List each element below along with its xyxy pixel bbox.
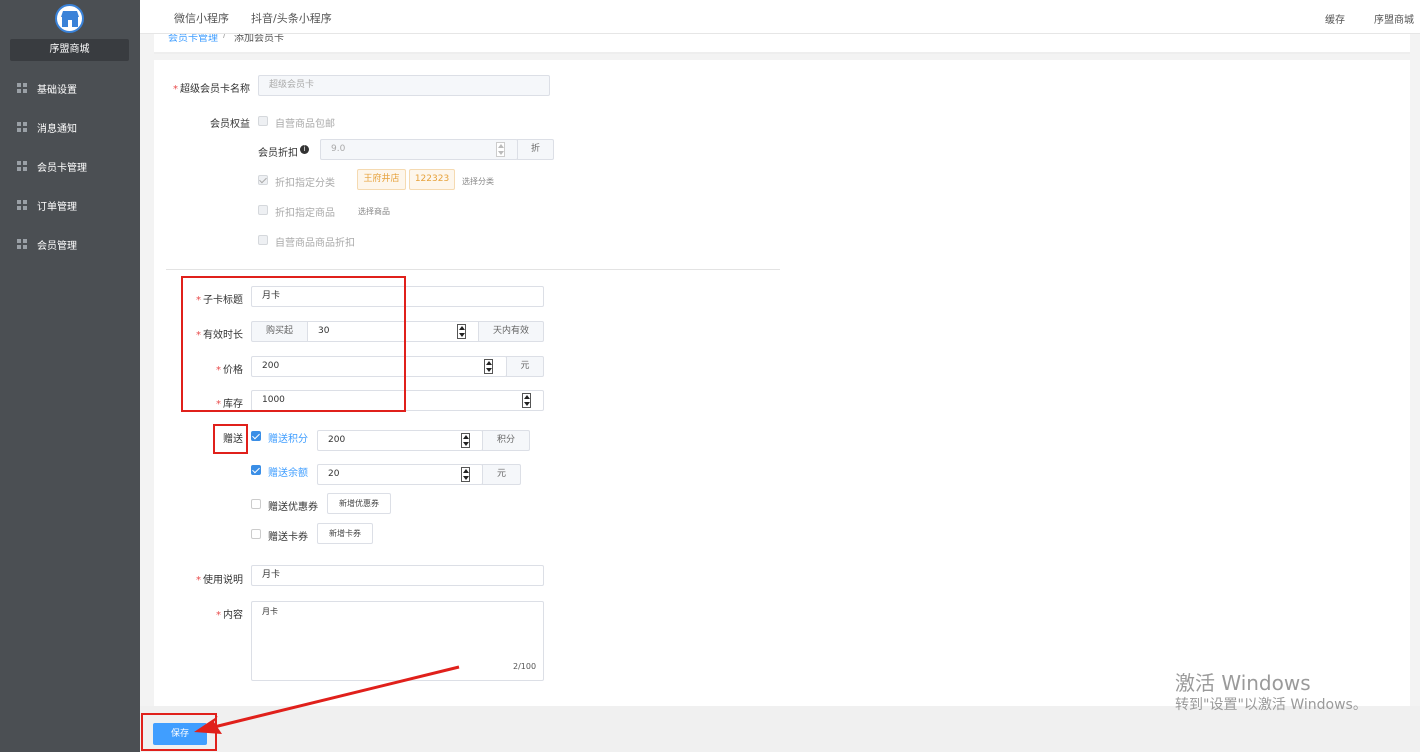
- section-divider: [166, 269, 780, 270]
- breadcrumb-parent[interactable]: 会员卡管理: [168, 34, 218, 44]
- choose-goods-link[interactable]: 选择商品: [358, 206, 390, 217]
- tab-douyin-miniprogram[interactable]: 抖音/头条小程序: [251, 10, 332, 26]
- gift-balance-stepper-icon[interactable]: [461, 467, 470, 482]
- gift-card-label: 赠送卡券: [268, 532, 308, 543]
- gift-balance-unit: 元: [482, 464, 521, 485]
- usage-input[interactable]: 月卡: [251, 565, 544, 586]
- duration-stepper-icon[interactable]: [457, 324, 466, 339]
- card-name-input[interactable]: 超级会员卡: [258, 75, 550, 96]
- category-tag[interactable]: 王府井店: [357, 169, 406, 190]
- by-category-checkbox[interactable]: [258, 175, 268, 185]
- windows-watermark-title: 激活 Windows: [1175, 671, 1311, 695]
- cache-link[interactable]: 缓存: [1325, 11, 1345, 26]
- gift-points-input[interactable]: 200: [317, 430, 483, 451]
- benefits-label: 会员权益: [210, 119, 250, 130]
- by-goods-label: 折扣指定商品: [275, 208, 335, 219]
- store-logo-icon[interactable]: [55, 4, 84, 33]
- discount-label: 会员折扣: [258, 148, 298, 159]
- gift-points-checkbox[interactable]: [251, 431, 261, 441]
- gift-points-label: 赠送积分: [268, 434, 308, 445]
- choose-category-link[interactable]: 选择分类: [462, 176, 494, 187]
- tab-wechat-miniprogram[interactable]: 微信小程序: [174, 10, 229, 26]
- category-tag[interactable]: 122323: [409, 169, 455, 190]
- sidebar-item-label: 会员卡管理: [37, 162, 87, 174]
- sidebar-item-members[interactable]: 会员管理: [0, 229, 140, 259]
- by-goods-checkbox[interactable]: [258, 205, 268, 215]
- price-unit: 元: [506, 356, 544, 377]
- annotation-box-card-fields: [181, 276, 406, 412]
- grid-icon: [17, 200, 27, 210]
- sidebar-item-label: 基础设置: [37, 84, 77, 96]
- by-category-label: 折扣指定分类: [275, 178, 335, 189]
- info-icon: i: [300, 145, 309, 154]
- free-shipping-label: 自营商品包邮: [275, 119, 335, 130]
- sidebar-item-notifications[interactable]: 消息通知: [0, 112, 140, 142]
- gift-balance-input[interactable]: 20: [317, 464, 483, 485]
- free-shipping-checkbox[interactable]: [258, 116, 268, 126]
- top-bar: 微信小程序 抖音/头条小程序 缓存 序盟商城: [140, 0, 1420, 34]
- content-label: * 内容: [216, 610, 243, 621]
- store-name: 序盟商城: [10, 39, 129, 61]
- duration-suffix: 天内有效: [478, 321, 544, 342]
- gift-card-checkbox[interactable]: [251, 529, 261, 539]
- grid-icon: [17, 239, 27, 249]
- gift-coupon-label: 赠送优惠券: [268, 502, 318, 513]
- breadcrumb: 会员卡管理 / 添加会员卡: [154, 34, 1410, 54]
- sidebar-item-basic-settings[interactable]: 基础设置: [0, 73, 140, 103]
- discount-stepper-icon[interactable]: [496, 142, 505, 157]
- discount-unit: 折: [517, 139, 554, 160]
- add-card-button[interactable]: 新增卡券: [317, 523, 373, 544]
- gift-coupon-checkbox[interactable]: [251, 499, 261, 509]
- grid-icon: [17, 122, 27, 132]
- grid-icon: [17, 83, 27, 93]
- self-goods-discount-label: 自营商品商品折扣: [275, 238, 355, 249]
- self-goods-discount-checkbox[interactable]: [258, 235, 268, 245]
- gift-points-stepper-icon[interactable]: [461, 433, 470, 448]
- windows-watermark-subtitle: 转到"设置"以激活 Windows。: [1175, 697, 1367, 713]
- stock-stepper-icon[interactable]: [522, 393, 531, 408]
- annotation-arrow-icon: [194, 665, 460, 734]
- sidebar-item-card-management[interactable]: 会员卡管理: [0, 151, 140, 181]
- card-name-label: * 超级会员卡名称: [173, 84, 250, 95]
- sidebar-item-label: 订单管理: [37, 201, 77, 213]
- content-char-counter: 2/100: [513, 662, 537, 671]
- breadcrumb-current: 添加会员卡: [234, 34, 284, 44]
- sidebar-item-label: 会员管理: [37, 240, 77, 252]
- breadcrumb-separator: /: [223, 34, 227, 40]
- gift-balance-label: 赠送余额: [268, 468, 308, 479]
- discount-input[interactable]: 9.0: [320, 139, 518, 160]
- usage-label: * 使用说明: [196, 575, 243, 586]
- sidebar-item-label: 消息通知: [37, 123, 77, 135]
- account-menu[interactable]: 序盟商城: [1374, 11, 1414, 26]
- grid-icon: [17, 161, 27, 171]
- add-coupon-button[interactable]: 新增优惠券: [327, 493, 391, 514]
- gift-points-unit: 积分: [482, 430, 530, 451]
- price-stepper-icon[interactable]: [484, 359, 493, 374]
- sidebar-item-orders[interactable]: 订单管理: [0, 190, 140, 220]
- sidebar: 序盟商城 基础设置 消息通知 会员卡管理 订单管理 会员管理: [0, 0, 140, 752]
- annotation-box-gift: [213, 424, 248, 454]
- gift-balance-checkbox[interactable]: [251, 465, 261, 475]
